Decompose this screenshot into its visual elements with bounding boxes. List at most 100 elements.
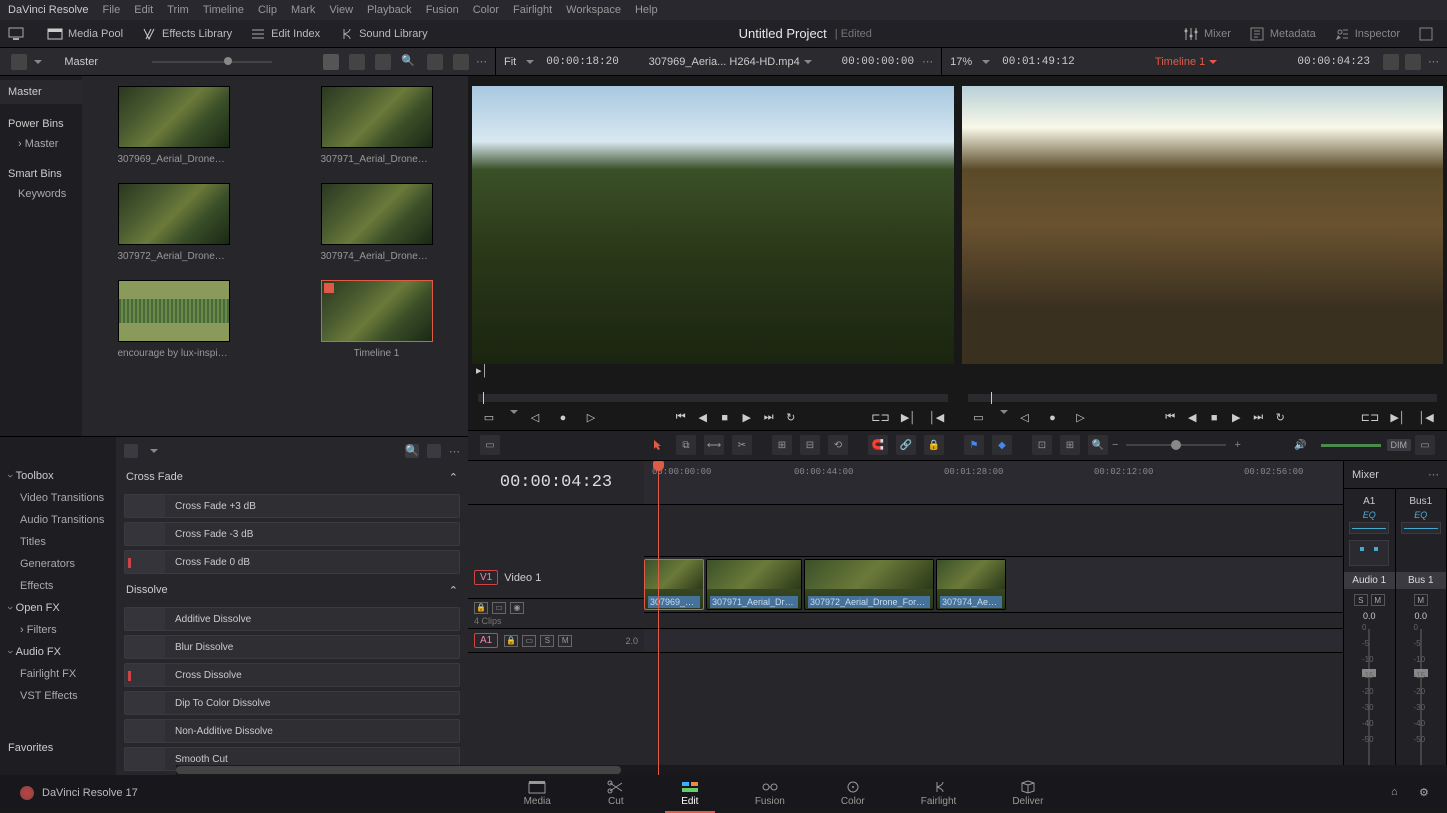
clip-thumb[interactable]: 307974_Aerial_Drone_Fores... xyxy=(295,183,458,262)
audio-track-header[interactable]: A1 🔒 ▭ S M 2.0 xyxy=(468,629,644,653)
insert-clip-icon[interactable]: ⊞ xyxy=(772,435,792,455)
playhead[interactable] xyxy=(658,461,659,775)
list-view-icon[interactable] xyxy=(375,54,391,70)
layout-icon[interactable] xyxy=(11,54,27,70)
bin-master[interactable]: Master xyxy=(0,80,82,104)
menu-color[interactable]: Color xyxy=(473,4,499,16)
next-frame-icon[interactable]: ⏭ xyxy=(758,410,780,426)
edit-index-button[interactable]: Edit Index xyxy=(250,26,320,42)
eq-graph[interactable] xyxy=(1349,522,1389,534)
track-lock-icon[interactable]: 🔒 xyxy=(474,602,488,614)
fx-toolbox[interactable]: Toolbox xyxy=(0,465,116,487)
play-icon[interactable]: ▶ xyxy=(736,410,758,426)
loop-icon[interactable]: ↻ xyxy=(780,410,802,426)
track-auto-icon[interactable]: ▭ xyxy=(492,602,506,614)
menu-workspace[interactable]: Workspace xyxy=(566,4,621,16)
page-fusion[interactable]: Fusion xyxy=(747,778,793,809)
timeline-view-icon[interactable]: ▭ xyxy=(480,435,500,455)
audio-arm-icon[interactable]: ▭ xyxy=(522,635,536,647)
clip-thumb[interactable]: 307971_Aerial_Drone_Fores... xyxy=(295,86,458,165)
fullscreen-icon[interactable] xyxy=(1418,26,1439,42)
fx-view-icon[interactable] xyxy=(427,444,441,458)
link-icon[interactable]: 🔗 xyxy=(896,435,916,455)
pan-control[interactable] xyxy=(1349,540,1389,566)
fx-openfx[interactable]: Open FX xyxy=(0,597,116,619)
menu-mark[interactable]: Mark xyxy=(291,4,315,16)
tl-insert-icon[interactable]: ⊏⊐ xyxy=(1359,410,1381,426)
grid-view-icon[interactable] xyxy=(323,54,339,70)
replace-icon[interactable]: │◀ xyxy=(926,410,948,426)
menu-playback[interactable]: Playback xyxy=(367,4,412,16)
menu-fairlight[interactable]: Fairlight xyxy=(513,4,552,16)
timeline-name-dropdown[interactable]: Timeline 1 xyxy=(1155,56,1205,68)
volume-slider[interactable] xyxy=(1321,444,1381,447)
zoom-fit-icon[interactable]: ⊡ xyxy=(1032,435,1052,455)
menu-trim[interactable]: Trim xyxy=(167,4,189,16)
tl-match-frame-icon[interactable]: ▭ xyxy=(968,410,990,426)
dynamic-trim-icon[interactable]: ⟷ xyxy=(704,435,724,455)
eq-graph[interactable] xyxy=(1401,522,1441,534)
menu-help[interactable]: Help xyxy=(635,4,658,16)
page-color[interactable]: Color xyxy=(833,778,873,809)
tl-play-icon[interactable]: ▶ xyxy=(1225,410,1247,426)
tl-first-frame-icon[interactable]: ⏮ xyxy=(1159,410,1181,426)
fx-entry[interactable]: Cross Fade -3 dB xyxy=(124,522,460,546)
audio-mute-icon[interactable]: M xyxy=(558,635,572,647)
tl-mark-in-icon[interactable]: ◁ xyxy=(1014,410,1036,426)
insert-icon[interactable]: ⊏⊐ xyxy=(870,410,892,426)
mark-dot-icon[interactable]: ● xyxy=(552,410,574,426)
effects-library-button[interactable]: Effects Library xyxy=(141,26,232,42)
tl-prev-frame-icon[interactable]: ◀ xyxy=(1181,410,1203,426)
fx-fairlightfx[interactable]: Fairlight FX xyxy=(0,663,116,685)
match-frame-icon[interactable]: ▭ xyxy=(478,410,500,426)
selection-tool-icon[interactable] xyxy=(648,435,668,455)
fx-entry[interactable]: Dip To Color Dissolve xyxy=(124,691,460,715)
fx-category-dissolve[interactable]: Dissolve⌃ xyxy=(116,578,468,603)
fx-titles[interactable]: Titles xyxy=(0,531,116,553)
power-bins-header[interactable]: Power Bins xyxy=(0,104,82,134)
page-cut[interactable]: Cut xyxy=(599,778,633,809)
fader[interactable]: 0-5-10-15-20-30-40-50 xyxy=(1344,623,1395,775)
audio-lock-icon[interactable]: 🔒 xyxy=(504,635,518,647)
bypass-icon[interactable] xyxy=(1383,54,1399,70)
timeline-scrub-bar[interactable] xyxy=(968,394,1438,402)
tl-mark-dot-icon[interactable]: ● xyxy=(1042,410,1064,426)
blade-tool-icon[interactable]: ✂ xyxy=(732,435,752,455)
timeline-ruler[interactable]: 00:00:00:00 00:00:44:00 00:01:28:00 00:0… xyxy=(644,461,1343,505)
tl-stop-icon[interactable]: ■ xyxy=(1203,410,1225,426)
mute-button[interactable]: M xyxy=(1414,594,1428,606)
stop-icon[interactable]: ■ xyxy=(714,410,736,426)
volume-icon[interactable]: 🔊 xyxy=(1291,435,1311,455)
timeline-viewer-image[interactable] xyxy=(962,86,1444,364)
page-deliver[interactable]: Deliver xyxy=(1004,778,1051,809)
fx-filters[interactable]: › Filters xyxy=(0,619,116,641)
first-frame-icon[interactable]: ⏮ xyxy=(670,410,692,426)
fit-dropdown[interactable]: Fit xyxy=(504,56,516,68)
flag-icon[interactable]: ⚑ xyxy=(964,435,984,455)
fx-entry[interactable]: Cross Dissolve xyxy=(124,663,460,687)
single-viewer-icon[interactable] xyxy=(1405,54,1421,70)
zoom-custom-icon[interactable]: 🔍 xyxy=(1088,435,1108,455)
bin-label[interactable]: Master xyxy=(64,56,98,68)
page-media[interactable]: Media xyxy=(516,778,559,809)
power-bin-master[interactable]: › Master xyxy=(0,134,82,154)
track-badge-a1[interactable]: A1 xyxy=(474,633,498,648)
tl-next-frame-icon[interactable]: ⏭ xyxy=(1247,410,1269,426)
mixer-menu-icon[interactable]: ⋯ xyxy=(1428,468,1439,481)
home-icon[interactable]: ⌂ xyxy=(1391,786,1405,800)
timeline-zoom[interactable]: 17% xyxy=(950,56,972,68)
audio-track-lane[interactable] xyxy=(644,629,1343,653)
page-fairlight[interactable]: Fairlight xyxy=(913,778,965,809)
zoom-detail-icon[interactable]: ⊞ xyxy=(1060,435,1080,455)
tl-overwrite-icon[interactable]: ▶│ xyxy=(1387,410,1409,426)
menu-file[interactable]: File xyxy=(103,4,121,16)
media-pool-button[interactable]: Media Pool xyxy=(47,26,123,42)
strip-view-icon[interactable] xyxy=(349,54,365,70)
timeline-options-icon[interactable]: ▭ xyxy=(1415,435,1435,455)
trim-tool-icon[interactable]: ⧉ xyxy=(676,435,696,455)
sound-library-button[interactable]: Sound Library xyxy=(338,26,428,42)
smart-bin-keywords[interactable]: Keywords xyxy=(0,184,82,204)
fx-entry[interactable]: Cross Fade 0 dB xyxy=(124,550,460,574)
video-track-lane[interactable]: 307969_Aeri... 307971_Aerial_Drone_... 3… xyxy=(644,557,1343,613)
mixer-button[interactable]: Mixer xyxy=(1183,26,1231,42)
